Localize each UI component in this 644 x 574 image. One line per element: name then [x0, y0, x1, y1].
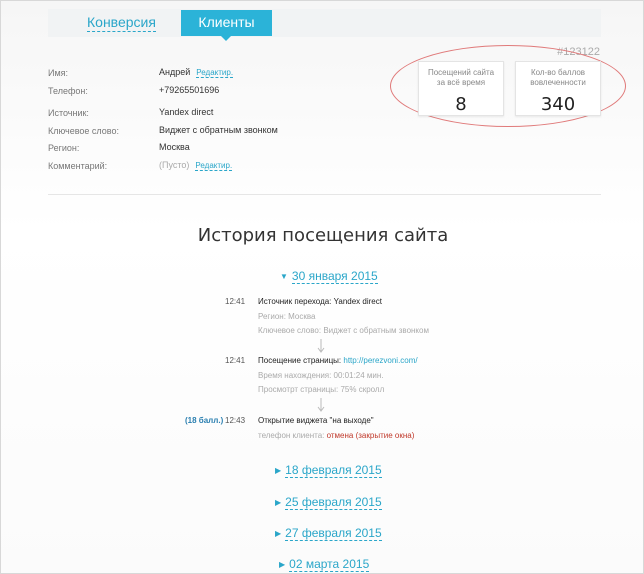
triangle-right-icon: ▶ [275, 529, 282, 538]
name-label: Имя: [48, 68, 69, 78]
visits-stat-card: Посещений сайта за всё время 8 [418, 61, 504, 116]
engagement-stat-card: Кол-во баллов вовлеченности 340 [515, 61, 601, 116]
region-label: Регион: [48, 143, 80, 153]
cancel-status: отмена (закрытие окна) [326, 431, 415, 440]
event-detail: Время нахождения: 00:01:24 мин. [258, 371, 384, 380]
event-title: Источник перехода: Yandex direct [258, 297, 382, 306]
date-label: 18 февраля 2015 [285, 463, 382, 478]
keyword-value: Виджет с обратным звонком [159, 125, 278, 135]
date-label: 27 февраля 2015 [285, 526, 382, 541]
source-label: Источник: [48, 108, 89, 118]
triangle-right-icon: ▶ [275, 498, 282, 507]
date-label: 02 марта 2015 [289, 557, 370, 572]
points-badge: (18 балл.) [185, 416, 224, 425]
event-detail: Ключевое слово: Виджет с обратным звонко… [258, 326, 429, 335]
arrow-down-icon [317, 339, 325, 353]
history-title: История посещения сайта [197, 225, 449, 246]
event-title: Открытие виджета "на выходе" [258, 416, 374, 425]
date-toggle[interactable]: ▶ 18 февраля 2015 [275, 463, 382, 478]
triangle-right-icon: ▶ [275, 466, 282, 475]
event-detail: Регион: Москва [258, 312, 316, 321]
phone-value: +79265501696 [159, 85, 220, 95]
tab-clients[interactable]: Клиенты [181, 10, 272, 41]
event-detail: телефон клиента: отмена (закрытие окна) [258, 431, 414, 440]
engagement-stat-value: 340 [540, 94, 576, 115]
date-label: 25 февраля 2015 [285, 495, 382, 510]
event-time: 12:41 [225, 356, 246, 365]
engagement-stat-label: Кол-во баллов вовлеченности [530, 68, 586, 87]
event-detail-prefix: телефон клиента: [258, 431, 327, 440]
comment-label: Комментарий: [48, 161, 108, 171]
event-time: 12:41 [225, 297, 246, 306]
edit-comment-link[interactable]: Редактир. [195, 161, 233, 171]
tab-clients-label: Клиенты [198, 14, 255, 30]
date-label: 30 января 2015 [291, 269, 378, 284]
edit-name-link[interactable]: Редактир. [196, 68, 234, 78]
date-toggle[interactable]: ▶ 27 февраля 2015 [275, 526, 382, 541]
active-tab-pointer [221, 36, 231, 41]
comment-value: (Пусто) [159, 160, 190, 170]
date-toggle-expanded[interactable]: ▼ 30 января 2015 [280, 269, 378, 284]
comment-row: (Пусто) Редактир. [159, 160, 233, 171]
visits-stat-label: Посещений сайта за всё время [427, 68, 495, 87]
arrow-down-icon [317, 398, 325, 412]
event-title: Посещение страницы: http://perezvoni.com… [258, 356, 418, 365]
page-url-link[interactable]: http://perezvoni.com/ [343, 356, 417, 365]
name-value: Андрей [159, 67, 191, 77]
phone-label: Телефон: [48, 86, 88, 96]
date-toggle[interactable]: ▶ 25 февраля 2015 [275, 495, 382, 510]
section-divider [48, 194, 601, 195]
triangle-right-icon: ▶ [279, 560, 286, 569]
region-value: Москва [159, 142, 190, 152]
tab-conversion[interactable]: Конверсия [87, 14, 156, 32]
event-time: 12:43 [225, 416, 246, 425]
visits-stat-value: 8 [455, 94, 467, 115]
event-detail: Просмотрт страницы: 75% скролл [258, 385, 385, 394]
name-row: Андрей Редактир. [159, 67, 234, 78]
triangle-down-icon: ▼ [280, 272, 288, 281]
source-value: Yandex direct [159, 107, 214, 117]
event-title-prefix: Посещение страницы: [258, 356, 344, 365]
keyword-label: Ключевое слово: [48, 126, 119, 136]
date-toggle[interactable]: ▶ 02 марта 2015 [279, 557, 370, 572]
